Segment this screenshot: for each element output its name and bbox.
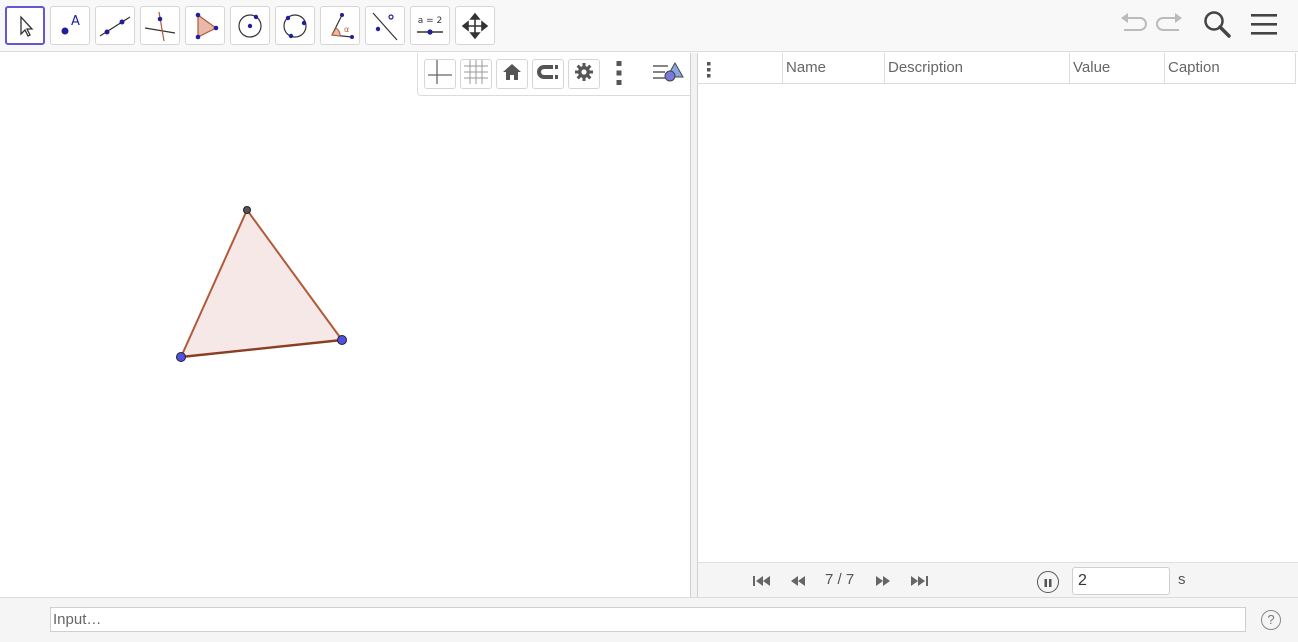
move-view-icon bbox=[461, 12, 489, 40]
toggle-grid-button[interactable] bbox=[460, 59, 492, 89]
main-menu-button[interactable] bbox=[1246, 8, 1282, 44]
next-step-button[interactable] bbox=[871, 572, 895, 590]
protocol-navigation-bar: 7 / 7 s bbox=[698, 562, 1298, 597]
undo-button[interactable] bbox=[1115, 8, 1151, 44]
standard-view-button[interactable] bbox=[496, 59, 528, 89]
vertex-point-top[interactable] bbox=[243, 206, 251, 214]
point-tool-button[interactable]: A bbox=[50, 6, 90, 45]
search-button[interactable] bbox=[1199, 8, 1235, 44]
settings-icon bbox=[573, 61, 595, 87]
protocol-header: Name Description Value Caption bbox=[698, 53, 1296, 84]
undo-icon bbox=[1118, 12, 1148, 40]
style-bar-toggle-button[interactable] bbox=[650, 59, 686, 91]
skip-to-end-icon bbox=[909, 572, 929, 591]
redo-icon bbox=[1155, 12, 1185, 40]
move-graphics-view-tool-button[interactable] bbox=[455, 6, 495, 45]
redo-button[interactable] bbox=[1152, 8, 1188, 44]
circle-center-point-icon bbox=[234, 10, 266, 42]
perpendicular-line-icon bbox=[143, 10, 177, 42]
graphics-view[interactable] bbox=[0, 53, 690, 597]
point-capturing-button[interactable] bbox=[532, 59, 564, 89]
circle-tool-button[interactable] bbox=[230, 6, 270, 45]
angle-icon: α bbox=[324, 10, 356, 42]
polygon-tool-button[interactable] bbox=[185, 6, 225, 45]
rewind-icon bbox=[789, 572, 807, 591]
algebra-input-field[interactable] bbox=[50, 607, 1246, 632]
svg-text:A: A bbox=[71, 14, 80, 29]
circle-three-points-tool-button[interactable] bbox=[275, 6, 315, 45]
svg-text:α: α bbox=[344, 25, 349, 34]
home-icon bbox=[501, 61, 523, 87]
svg-text:a = 2: a = 2 bbox=[418, 16, 443, 26]
perpendicular-line-tool-button[interactable] bbox=[140, 6, 180, 45]
speed-unit-label: s bbox=[1178, 571, 1186, 588]
fast-forward-icon bbox=[874, 572, 892, 591]
input-help-button[interactable]: ? bbox=[1261, 610, 1281, 630]
point-icon: A bbox=[55, 11, 85, 41]
graphics-more-button[interactable] bbox=[608, 61, 630, 89]
last-step-button[interactable] bbox=[907, 572, 931, 590]
main-toolbar: A α a = 2 bbox=[0, 0, 1298, 52]
line-tool-button[interactable] bbox=[95, 6, 135, 45]
menu-icon bbox=[1250, 12, 1278, 40]
style-bar-toggle-icon bbox=[651, 59, 685, 91]
axes-icon bbox=[427, 59, 453, 89]
algebra-input-bar: ? bbox=[0, 597, 1298, 642]
line-through-points-icon bbox=[98, 11, 132, 41]
triangle-polygon[interactable] bbox=[181, 210, 342, 357]
pause-icon bbox=[1043, 573, 1053, 592]
step-counter: 7 / 7 bbox=[825, 571, 855, 588]
vertex-point-left[interactable] bbox=[176, 352, 186, 362]
playback-speed-input[interactable] bbox=[1072, 567, 1170, 595]
first-step-button[interactable] bbox=[750, 572, 774, 590]
grid-icon bbox=[463, 59, 489, 89]
construction-protocol: Name Description Value Caption 7 / 7 2 s bbox=[698, 53, 1298, 597]
search-icon bbox=[1202, 9, 1232, 43]
slider-icon: a = 2 bbox=[413, 11, 447, 41]
graphics-settings-button[interactable] bbox=[568, 59, 600, 89]
graphics-style-bar bbox=[417, 53, 690, 96]
circle-three-points-icon bbox=[279, 10, 311, 42]
view-splitter[interactable] bbox=[690, 53, 698, 597]
play-pause-button[interactable] bbox=[1037, 571, 1059, 593]
angle-tool-button[interactable]: α bbox=[320, 6, 360, 45]
reflect-about-line-icon bbox=[369, 10, 401, 42]
column-header-name[interactable]: Name bbox=[783, 53, 885, 84]
graphics-canvas[interactable] bbox=[0, 53, 690, 597]
polygon-icon bbox=[189, 10, 221, 42]
slider-tool-button[interactable]: a = 2 bbox=[410, 6, 450, 45]
vertex-point-right[interactable] bbox=[337, 335, 347, 345]
skip-to-start-icon bbox=[752, 572, 772, 591]
point-capturing-icon bbox=[535, 61, 561, 87]
toggle-axes-button[interactable] bbox=[424, 59, 456, 89]
protocol-column-menu[interactable] bbox=[698, 53, 783, 84]
column-header-value[interactable]: Value bbox=[1070, 53, 1165, 84]
more-vertical-icon bbox=[707, 59, 711, 89]
move-tool-button[interactable] bbox=[5, 6, 45, 45]
more-vertical-icon bbox=[616, 60, 622, 90]
column-header-caption[interactable]: Caption bbox=[1165, 53, 1296, 84]
previous-step-button[interactable] bbox=[786, 572, 810, 590]
column-header-description[interactable]: Description bbox=[885, 53, 1070, 84]
reflect-tool-button[interactable] bbox=[365, 6, 405, 45]
arrow-cursor-icon bbox=[14, 14, 36, 38]
